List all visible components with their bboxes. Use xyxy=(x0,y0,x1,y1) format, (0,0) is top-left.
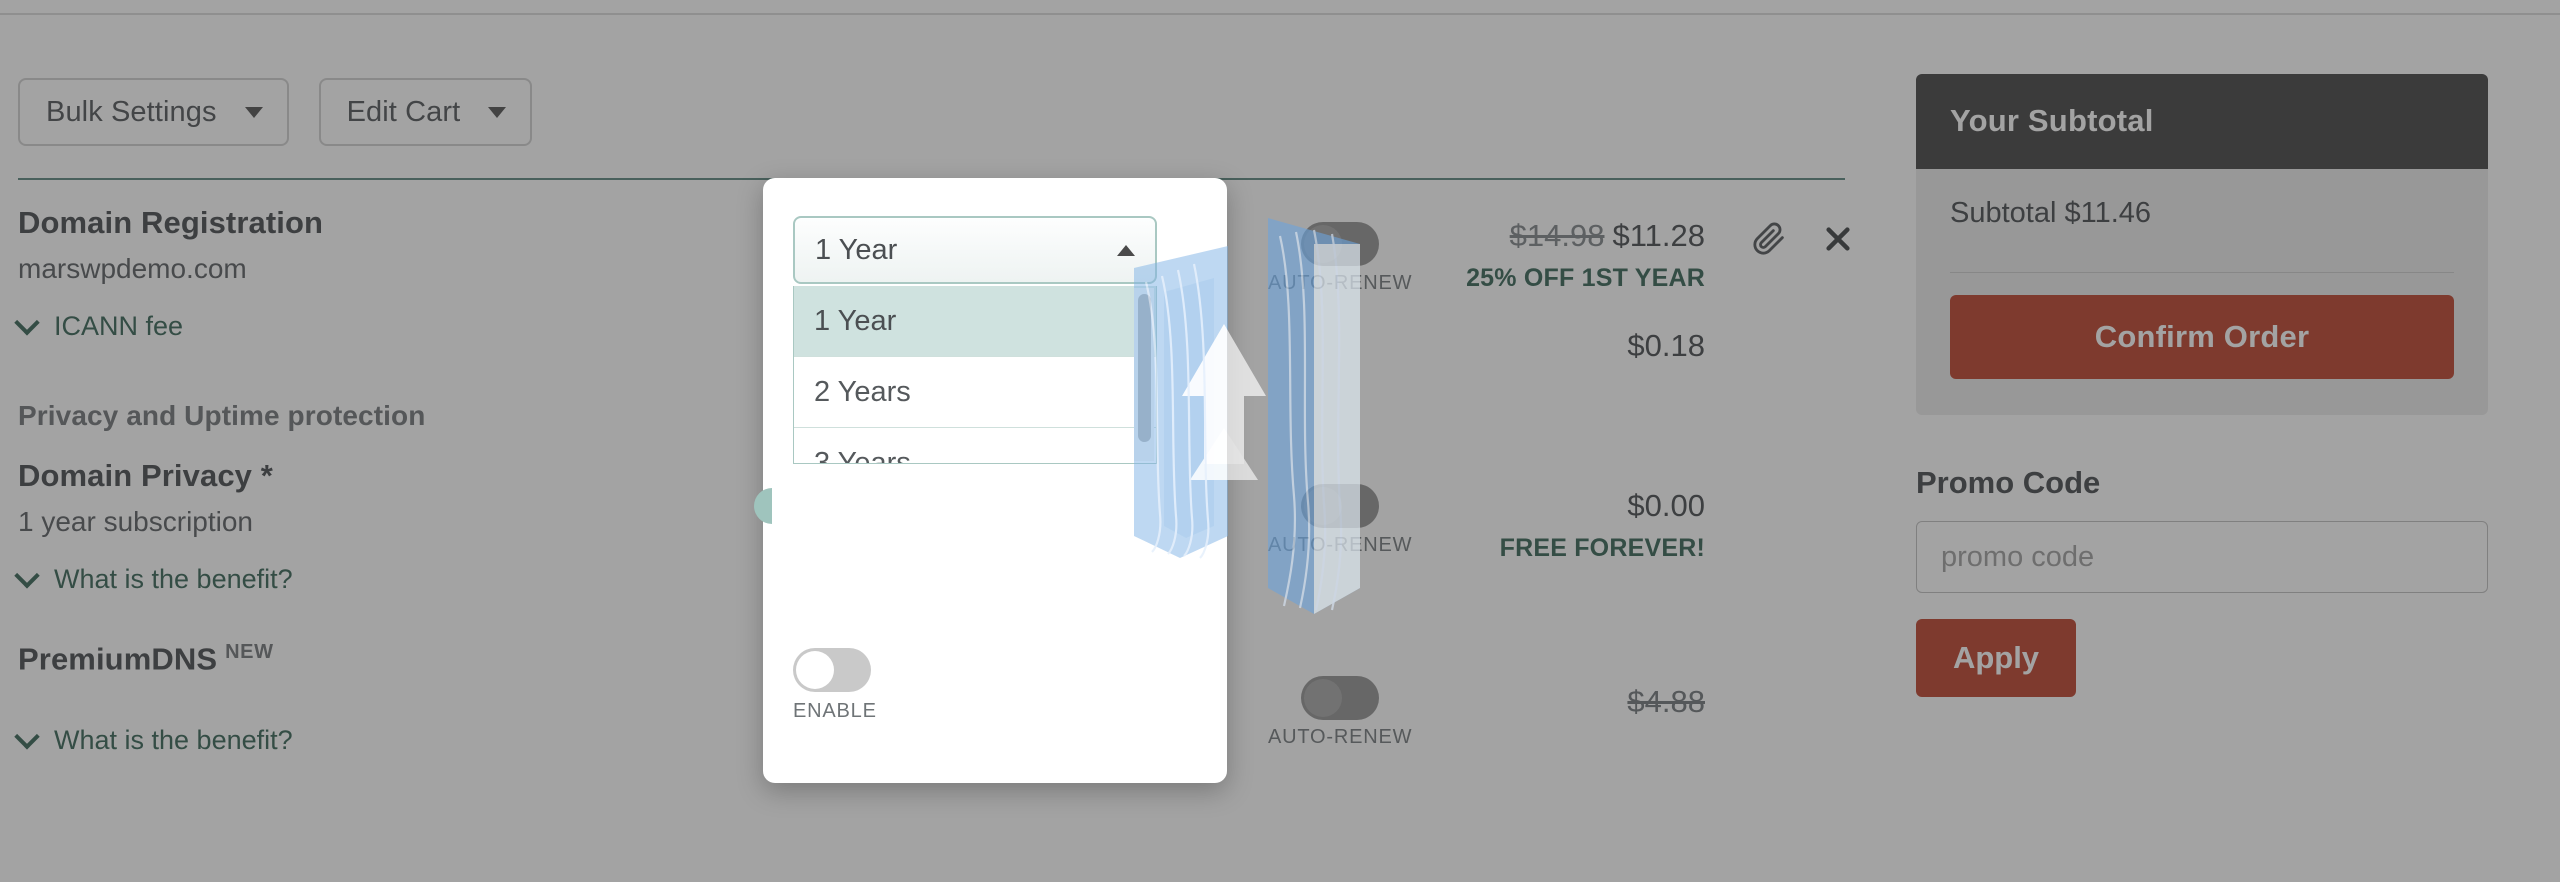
chevron-up-icon xyxy=(1117,244,1135,256)
year-select-value: 1 Year xyxy=(815,233,898,266)
privacy-benefit-label: What is the benefit? xyxy=(54,564,293,594)
year-option-1[interactable]: 1 Year xyxy=(794,286,1156,357)
subtotal-card: Your Subtotal Subtotal $11.46 Confirm Or… xyxy=(1916,74,2488,415)
enable-label: ENABLE xyxy=(793,700,877,722)
enable-toggle[interactable]: ENABLE xyxy=(793,648,877,723)
toggle-switch[interactable] xyxy=(793,648,871,692)
chevron-down-icon xyxy=(14,562,40,588)
new-badge: NEW xyxy=(225,641,274,663)
top-divider xyxy=(0,13,2560,15)
edit-cart-label: Edit Cart xyxy=(346,95,461,128)
price-current: $11.28 xyxy=(1612,218,1705,253)
year-select-trigger[interactable]: 1 Year xyxy=(793,216,1157,284)
year-select-options-inner: 1 Year 2 Years 3 Years 4 Years 5 Years xyxy=(794,286,1156,463)
close-icon[interactable] xyxy=(1822,223,1854,255)
price-discount-note: 25% OFF 1ST YEAR xyxy=(1466,264,1705,292)
price-free-note: FREE FOREVER! xyxy=(1499,534,1705,562)
price-premiumdns: $4.88 xyxy=(1285,684,1705,720)
item-row-actions xyxy=(1752,222,1854,256)
price-value: $0.00 xyxy=(1627,488,1705,523)
price-value: $0.18 xyxy=(1627,328,1705,363)
price-domain-registration: $14.98 $11.28 25% OFF 1ST YEAR xyxy=(1285,218,1705,293)
apply-promo-button[interactable]: Apply xyxy=(1916,619,2076,697)
promo-code-heading: Promo Code xyxy=(1916,465,2101,500)
subtotal-heading: Your Subtotal xyxy=(1916,74,2488,169)
subtotal-divider xyxy=(1950,272,2454,273)
subtotal-body: Subtotal $11.46 Confirm Order xyxy=(1916,169,2488,415)
year-option-3[interactable]: 3 Years xyxy=(794,428,1156,463)
premiumdns-benefit-link[interactable]: What is the benefit? xyxy=(14,723,293,756)
bulk-settings-button[interactable]: Bulk Settings xyxy=(18,78,289,146)
premiumdns-label: PremiumDNS xyxy=(18,641,218,677)
auto-renew-label: AUTO-RENEW xyxy=(1268,726,1413,748)
price-icann-fee: $0.18 xyxy=(1285,328,1705,364)
chevron-down-icon xyxy=(244,106,263,118)
year-selection-modal: 1 Year 1 Year 2 Years 3 Years 4 Years 5 … xyxy=(754,178,1227,783)
paperclip-icon[interactable] xyxy=(1752,222,1786,256)
edit-cart-button[interactable]: Edit Cart xyxy=(318,78,533,146)
cart-page: Bulk Settings Edit Cart Domain Registrat… xyxy=(0,0,2560,882)
year-option-2[interactable]: 2 Years xyxy=(794,357,1156,428)
price-original: $14.98 xyxy=(1509,218,1605,253)
bulk-settings-label: Bulk Settings xyxy=(46,95,217,128)
options-scrollbar-thumb[interactable] xyxy=(1138,294,1151,442)
privacy-benefit-link[interactable]: What is the benefit? xyxy=(14,562,293,595)
confirm-order-button[interactable]: Confirm Order xyxy=(1950,295,2454,379)
icann-fee-toggle-link[interactable]: ICANN fee xyxy=(14,309,184,342)
order-summary-sidebar: Your Subtotal Subtotal $11.46 Confirm Or… xyxy=(1916,74,2488,697)
price-domain-privacy: $0.00 FREE FOREVER! xyxy=(1285,488,1705,563)
chevron-down-icon xyxy=(14,723,40,750)
icann-fee-label: ICANN fee xyxy=(54,311,184,341)
premiumdns-benefit-label: What is the benefit? xyxy=(54,725,293,756)
cart-toolbar: Bulk Settings Edit Cart xyxy=(18,78,533,146)
price-value: $4.88 xyxy=(1627,684,1705,719)
year-select-options[interactable]: 1 Year 2 Years 3 Years 4 Years 5 Years xyxy=(793,286,1157,464)
promo-code-input[interactable] xyxy=(1916,521,2488,593)
subtotal-amount: Subtotal $11.46 xyxy=(1950,197,2152,229)
chevron-down-icon xyxy=(488,106,507,118)
chevron-down-icon xyxy=(14,309,40,335)
options-scrollbar[interactable] xyxy=(1134,288,1154,461)
